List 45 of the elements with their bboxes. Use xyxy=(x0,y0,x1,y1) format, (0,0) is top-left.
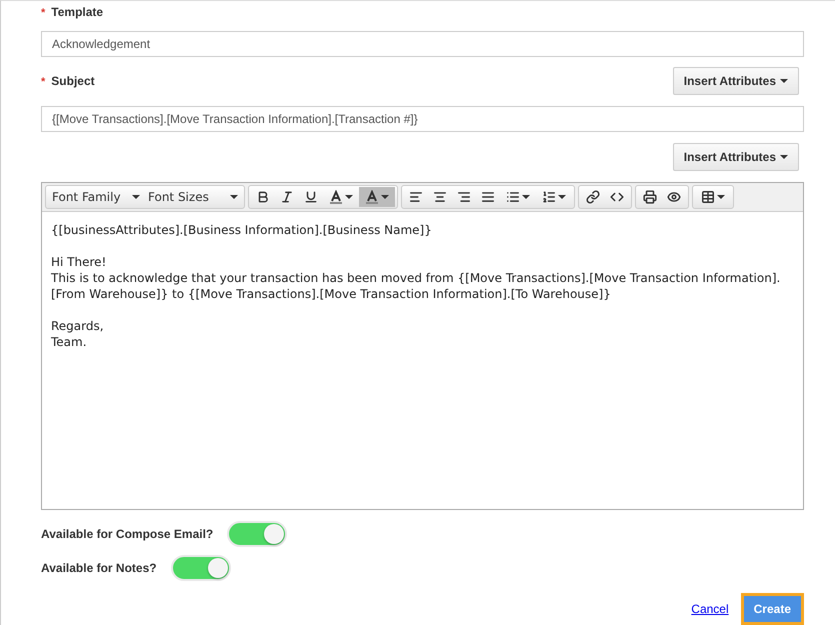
field-label: * Subject xyxy=(41,74,95,88)
field-label: * Template xyxy=(41,4,104,19)
subject-field[interactable]: {[Move Transactions].[Move Transaction Information].[Transaction #]} xyxy=(41,106,804,132)
insert-attributes-button[interactable]: Insert Attributes xyxy=(672,143,799,172)
template-field[interactable]: Acknowledgement xyxy=(41,30,804,57)
align-center-icon xyxy=(433,190,447,204)
caret-icon xyxy=(132,195,140,200)
caret-icon xyxy=(381,195,389,200)
caret-icon xyxy=(558,195,566,200)
text-color-icon xyxy=(329,190,343,204)
cancel-link[interactable]: Cancel xyxy=(691,602,729,616)
editor-text: Hi There! xyxy=(51,254,108,270)
caret-icon xyxy=(230,195,238,200)
editor-text: {[businessAttributes].[Business Information].[Business Name]} xyxy=(51,222,433,238)
required-mark: * xyxy=(41,6,46,19)
editor-text: Regards, xyxy=(51,318,105,334)
required-mark: * xyxy=(41,76,46,88)
print-icon xyxy=(643,190,657,204)
italic-icon xyxy=(280,190,294,204)
insert-attributes-button[interactable]: Insert Attributes xyxy=(672,67,799,96)
caret-icon xyxy=(717,195,725,200)
caret-icon xyxy=(522,195,530,200)
rich-text-editor[interactable] xyxy=(41,182,804,510)
editor-text: This is to acknowledge that your transaction has been moved from {[Move Transactions].[Move Transaction Information].[From Warehouse]} to {[Move Transactions].[Move Transaction Information].[To Warehouse]} xyxy=(51,270,782,302)
editor-text: Team. xyxy=(51,334,88,350)
toggle-switch[interactable] xyxy=(170,555,231,582)
bold-icon xyxy=(256,190,270,204)
align-right-icon xyxy=(457,190,471,204)
caret-icon xyxy=(780,155,788,160)
toggle-switch[interactable] xyxy=(227,521,288,548)
justify-icon xyxy=(481,190,495,204)
link-icon xyxy=(586,190,600,204)
bullet-list-icon xyxy=(506,190,520,204)
underline-icon xyxy=(304,190,318,204)
table-icon xyxy=(701,190,715,204)
caret-icon xyxy=(780,79,788,84)
font-select[interactable]: Font Family xyxy=(48,186,144,208)
toggle-label: Available for Compose Email? xyxy=(41,527,214,542)
font-select[interactable]: Font Sizes xyxy=(144,186,242,208)
toggle-label: Available for Notes? xyxy=(41,561,157,576)
align-left-icon xyxy=(409,190,423,204)
background-color-icon xyxy=(365,190,379,204)
numbered-list-icon xyxy=(542,190,556,204)
preview-icon xyxy=(667,190,681,204)
caret-icon xyxy=(345,195,353,200)
